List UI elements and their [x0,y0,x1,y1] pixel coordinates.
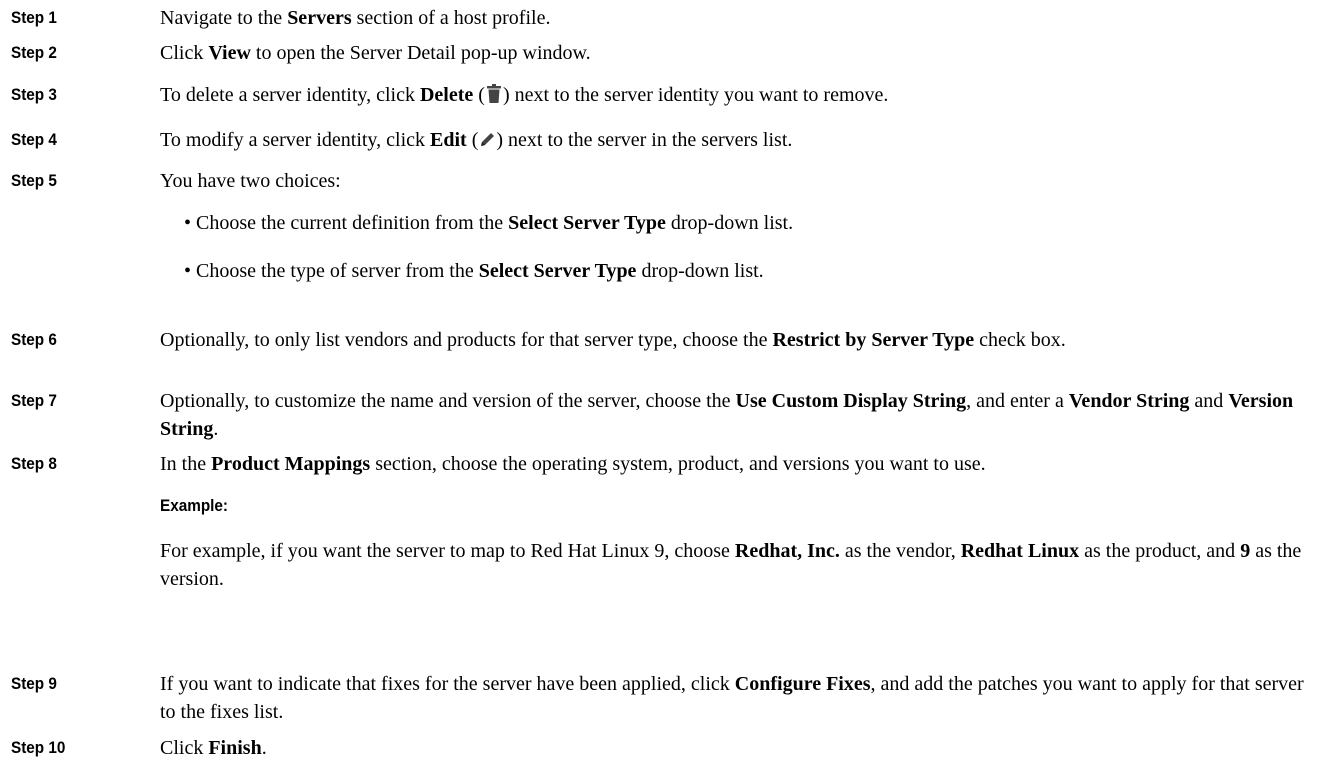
step-text: Navigate to the Servers section of a hos… [160,7,551,29]
step-text: Optionally, to customize the name and ve… [160,390,1294,440]
step-text: In the Product Mappings section, choose … [160,453,986,475]
step-label: Step 1 [11,8,57,27]
step-label: Step 7 [11,391,57,410]
step-label: Step 9 [11,674,57,693]
example-text: For example, if you want the server to m… [160,540,1302,590]
step-label: Step 6 [11,330,57,349]
list-item: • Choose the current definition from the… [184,212,794,234]
step-label: Step 8 [11,454,57,473]
step-label: Step 2 [11,43,57,62]
step-text: If you want to indicate that fixes for t… [160,673,1304,723]
step-text: To modify a server identity, click Edit … [160,126,1320,157]
step-text: Click Finish. [160,737,267,759]
step-text: Optionally, to only list vendors and pro… [160,329,1066,351]
step-label: Step 5 [11,171,57,190]
example-heading: Example: [160,496,229,515]
trash-icon [485,84,503,112]
step-label: Step 10 [11,738,66,757]
step-text: Click View to open the Server Detail pop… [160,42,591,64]
step-text: To delete a server identity, click Delet… [160,81,1320,112]
step-label: Step 3 [11,85,57,104]
step-label: Step 4 [11,130,57,149]
pencil-icon [478,129,496,157]
step-text: You have two choices: [160,170,341,192]
list-item: • Choose the type of server from the Sel… [184,260,764,282]
